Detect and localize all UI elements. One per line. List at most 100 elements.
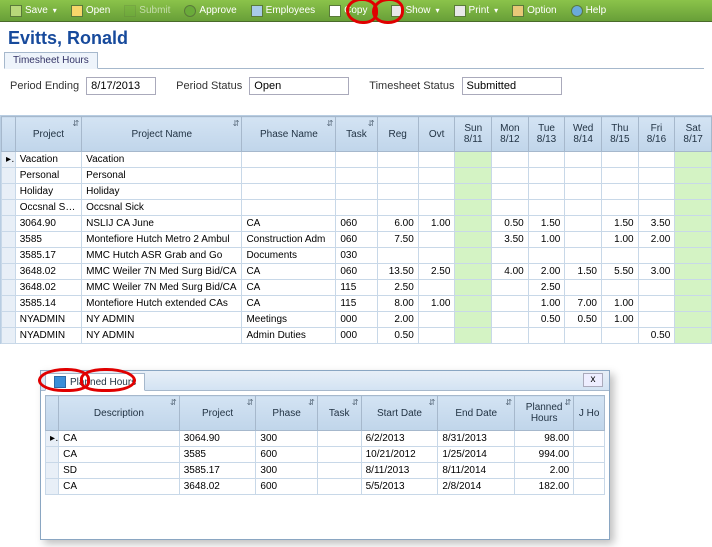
cell-reg[interactable]: 0.50 [377,328,418,344]
cell-day[interactable] [601,168,638,184]
cell-project-name[interactable]: MMC Weiler 7N Med Surg Bid/CA [82,264,242,280]
period-ending-input[interactable] [86,77,156,95]
cell-day[interactable]: 2.50 [528,280,565,296]
cell-day[interactable] [455,296,492,312]
employees-button[interactable]: Employees [245,3,321,19]
cell-day[interactable]: 1.50 [528,216,565,232]
cell-project[interactable]: Holiday [15,184,81,200]
tab-timesheet-hours[interactable]: Timesheet Hours [4,52,98,69]
cell-phase-name[interactable]: Meetings [242,312,336,328]
table-row[interactable]: NYADMINNY ADMINAdmin Duties0000.500.50 [2,328,712,344]
cell-day[interactable] [675,296,712,312]
cell-ovt[interactable] [418,312,455,328]
cell-reg[interactable] [377,248,418,264]
cell-day[interactable] [638,248,675,264]
cell-reg[interactable] [377,168,418,184]
cell-project[interactable]: 3585 [179,447,256,463]
cell-day[interactable] [638,200,675,216]
cell-end[interactable]: 8/31/2013 [438,431,515,447]
table-row[interactable]: NYADMINNY ADMINMeetings0002.000.500.501.… [2,312,712,328]
cell-day[interactable] [492,280,529,296]
cell-ovt[interactable] [418,280,455,296]
timesheet-status-input[interactable] [462,77,562,95]
cell-task[interactable]: 060 [336,264,377,280]
table-row[interactable]: PersonalPersonal [2,168,712,184]
cell-jtd[interactable] [574,431,605,447]
table-row[interactable]: ▸VacationVacation [2,152,712,168]
cell-reg[interactable]: 6.00 [377,216,418,232]
cell-ovt[interactable] [418,248,455,264]
cell-day[interactable]: 1.50 [565,264,602,280]
cell-day[interactable]: 1.00 [528,232,565,248]
table-row[interactable]: ▸CA3064.903006/2/20138/31/201398.00 [46,431,605,447]
cell-project-name[interactable]: Montefiore Hutch extended CAs [82,296,242,312]
cell-phase[interactable]: 600 [256,447,317,463]
cell-task[interactable] [317,431,361,447]
table-row[interactable]: CA358560010/21/20121/25/2014994.00 [46,447,605,463]
cell-day[interactable] [492,312,529,328]
cell-day[interactable] [455,152,492,168]
cell-reg[interactable]: 13.50 [377,264,418,280]
cell-task[interactable]: 000 [336,328,377,344]
cell-day[interactable]: 1.50 [601,216,638,232]
cell-project[interactable]: 3648.02 [15,264,81,280]
popup-col-end[interactable]: End Date⇵ [438,396,515,431]
cell-project-name[interactable]: MMC Hutch ASR Grab and Go [82,248,242,264]
col-sat[interactable]: Sat 8/17 [675,117,712,152]
cell-ovt[interactable] [418,232,455,248]
help-button[interactable]: Help [565,3,613,19]
cell-planned[interactable]: 994.00 [515,447,574,463]
cell-project-name[interactable]: Montefiore Hutch Metro 2 Ambul [82,232,242,248]
cell-day[interactable] [492,200,529,216]
cell-day[interactable] [528,200,565,216]
cell-day[interactable]: 2.00 [638,232,675,248]
cell-day[interactable] [455,168,492,184]
cell-day[interactable] [601,184,638,200]
cell-day[interactable] [492,328,529,344]
cell-project[interactable]: NYADMIN [15,312,81,328]
cell-day[interactable] [675,232,712,248]
cell-reg[interactable]: 2.50 [377,280,418,296]
cell-reg[interactable] [377,200,418,216]
cell-day[interactable] [492,152,529,168]
cell-task[interactable] [336,184,377,200]
cell-day[interactable] [565,232,602,248]
popup-col-planned[interactable]: Planned Hours⇵ [515,396,574,431]
popup-col-phase[interactable]: Phase⇵ [256,396,317,431]
cell-ovt[interactable]: 1.00 [418,216,455,232]
cell-phase[interactable]: 600 [256,479,317,495]
cell-day[interactable]: 1.00 [601,312,638,328]
cell-day[interactable]: 0.50 [565,312,602,328]
cell-day[interactable]: 7.00 [565,296,602,312]
cell-phase-name[interactable] [242,168,336,184]
cell-task[interactable] [317,479,361,495]
cell-day[interactable] [528,168,565,184]
cell-day[interactable] [638,296,675,312]
cell-day[interactable] [638,152,675,168]
cell-ovt[interactable]: 2.50 [418,264,455,280]
cell-day[interactable] [565,200,602,216]
cell-phase-name[interactable] [242,152,336,168]
show-button[interactable]: Show▾ [385,3,446,19]
cell-day[interactable]: 1.00 [528,296,565,312]
cell-project[interactable]: 3585.14 [15,296,81,312]
cell-phase-name[interactable]: CA [242,280,336,296]
cell-task[interactable]: 060 [336,232,377,248]
cell-day[interactable] [455,280,492,296]
cell-day[interactable] [675,328,712,344]
cell-day[interactable] [565,328,602,344]
cell-day[interactable] [455,328,492,344]
cell-task[interactable]: 115 [336,296,377,312]
cell-day[interactable] [675,184,712,200]
cell-day[interactable] [565,184,602,200]
col-fri[interactable]: Fri 8/16 [638,117,675,152]
cell-day[interactable] [601,248,638,264]
cell-description[interactable]: CA [59,479,180,495]
cell-day[interactable]: 5.50 [601,264,638,280]
cell-project[interactable]: Vacation [15,152,81,168]
cell-day[interactable] [638,280,675,296]
cell-day[interactable] [492,184,529,200]
popup-col-project[interactable]: Project⇵ [179,396,256,431]
cell-task[interactable]: 060 [336,216,377,232]
table-row[interactable]: Occsnal SickOccsnal Sick [2,200,712,216]
